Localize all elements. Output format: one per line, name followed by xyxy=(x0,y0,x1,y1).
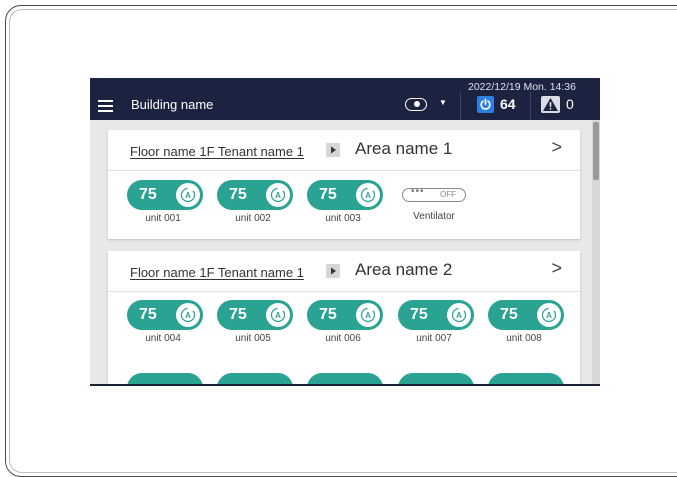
unit-name: unit 003 xyxy=(325,213,361,224)
svg-text:A: A xyxy=(456,311,462,320)
ventilator-dots: ••• xyxy=(411,186,425,197)
auto-mode-icon: A xyxy=(537,303,561,327)
floor-tenant-link[interactable]: Floor name 1F Tenant name 1 xyxy=(130,144,304,159)
unit-name: unit 007 xyxy=(416,333,452,344)
unit-tile[interactable]: 75 A unit 003 xyxy=(307,180,383,224)
unit-temperature: 75 xyxy=(139,186,157,203)
ventilator-tile[interactable]: ••• OFF Ventilator xyxy=(400,180,468,222)
unit-toggle-partial[interactable] xyxy=(217,373,293,384)
warning-icon[interactable] xyxy=(541,96,560,113)
unit-toggle[interactable]: 75 A xyxy=(398,300,474,330)
area-name: Area name 1 xyxy=(355,139,453,158)
unit-toggle[interactable]: 75 A xyxy=(217,180,293,210)
divider xyxy=(530,92,531,120)
unit-toggle[interactable]: 75 A xyxy=(217,300,293,330)
svg-text:A: A xyxy=(275,191,281,200)
auto-mode-icon: A xyxy=(356,183,380,207)
unit-toggle[interactable]: 75 A xyxy=(307,180,383,210)
area-card: Floor name 1F Tenant name 1 Area name 2 … xyxy=(108,251,580,384)
svg-text:A: A xyxy=(275,311,281,320)
area-header[interactable]: Floor name 1F Tenant name 1 Area name 2 … xyxy=(108,251,580,292)
unit-temperature: 75 xyxy=(319,306,337,323)
unit-toggle[interactable]: 75 A xyxy=(127,300,203,330)
ventilator-toggle[interactable]: ••• OFF xyxy=(402,186,466,202)
area-name: Area name 2 xyxy=(355,260,453,279)
unit-temperature: 75 xyxy=(410,306,428,323)
chevron-right-icon[interactable]: > xyxy=(551,137,562,158)
auto-mode-icon: A xyxy=(266,183,290,207)
svg-text:A: A xyxy=(185,191,191,200)
display-toggle[interactable]: ▼ xyxy=(405,98,447,114)
building-name: Building name xyxy=(131,97,214,112)
floor-tenant-link[interactable]: Floor name 1F Tenant name 1 xyxy=(130,265,304,280)
play-arrow-icon xyxy=(326,264,340,278)
unit-toggle[interactable]: 75 A xyxy=(127,180,203,210)
warning-count: 0 xyxy=(566,96,574,112)
unit-name: unit 008 xyxy=(506,333,542,344)
unit-toggle-partial[interactable] xyxy=(307,373,383,384)
power-icon[interactable] xyxy=(477,96,494,113)
unit-temperature: 75 xyxy=(319,186,337,203)
play-arrow-icon xyxy=(326,143,340,157)
area-card: Floor name 1F Tenant name 1 Area name 1 … xyxy=(108,130,580,239)
unit-temperature: 75 xyxy=(139,306,157,323)
unit-toggle[interactable]: 75 A xyxy=(307,300,383,330)
date-time: 2022/12/19 Mon. 14:36 xyxy=(467,81,576,93)
unit-tile[interactable]: 75 A unit 001 xyxy=(127,180,203,224)
hamburger-menu-icon[interactable] xyxy=(98,100,113,112)
unit-tile[interactable]: 75 A unit 008 xyxy=(488,300,564,344)
auto-mode-icon: A xyxy=(176,303,200,327)
auto-mode-icon: A xyxy=(447,303,471,327)
unit-toggle[interactable]: 75 A xyxy=(488,300,564,330)
app-screen: Building name 2022/12/19 Mon. 14:36 ▼ 64… xyxy=(90,78,600,386)
ventilator-name: Ventilator xyxy=(413,211,455,222)
unit-name: unit 006 xyxy=(325,333,361,344)
ventilator-state: OFF xyxy=(440,190,456,199)
area-header[interactable]: Floor name 1F Tenant name 1 Area name 1 … xyxy=(108,130,580,171)
unit-temperature: 75 xyxy=(229,186,247,203)
unit-tile[interactable]: 75 A unit 005 xyxy=(217,300,293,344)
unit-temperature: 75 xyxy=(229,306,247,323)
svg-text:A: A xyxy=(546,311,552,320)
unit-temperature: 75 xyxy=(500,306,518,323)
dropdown-caret-icon: ▼ xyxy=(439,98,447,107)
scroll-thumb[interactable] xyxy=(593,122,599,180)
unit-toggle-partial[interactable] xyxy=(398,373,474,384)
chevron-right-icon[interactable]: > xyxy=(551,258,562,279)
power-on-count: 64 xyxy=(500,96,516,112)
top-bar: Building name 2022/12/19 Mon. 14:36 ▼ 64… xyxy=(90,78,600,120)
unit-tile[interactable]: 75 A unit 006 xyxy=(307,300,383,344)
auto-mode-icon: A xyxy=(356,303,380,327)
unit-tile[interactable]: 75 A unit 007 xyxy=(398,300,474,344)
unit-name: unit 001 xyxy=(145,213,181,224)
divider xyxy=(460,92,461,120)
unit-tile[interactable]: 75 A unit 002 xyxy=(217,180,293,224)
auto-mode-icon: A xyxy=(176,183,200,207)
svg-text:A: A xyxy=(365,191,371,200)
unit-toggle-partial[interactable] xyxy=(488,373,564,384)
unit-toggle-partial[interactable] xyxy=(127,373,203,384)
auto-mode-icon: A xyxy=(266,303,290,327)
unit-name: unit 004 xyxy=(145,333,181,344)
unit-name: unit 005 xyxy=(235,333,271,344)
unit-tile[interactable]: 75 A unit 004 xyxy=(127,300,203,344)
scrollbar[interactable] xyxy=(592,120,600,384)
toggle-switch-icon xyxy=(405,98,427,111)
area-list: Floor name 1F Tenant name 1 Area name 1 … xyxy=(90,120,600,384)
svg-text:A: A xyxy=(365,311,371,320)
svg-text:A: A xyxy=(185,311,191,320)
unit-name: unit 002 xyxy=(235,213,271,224)
